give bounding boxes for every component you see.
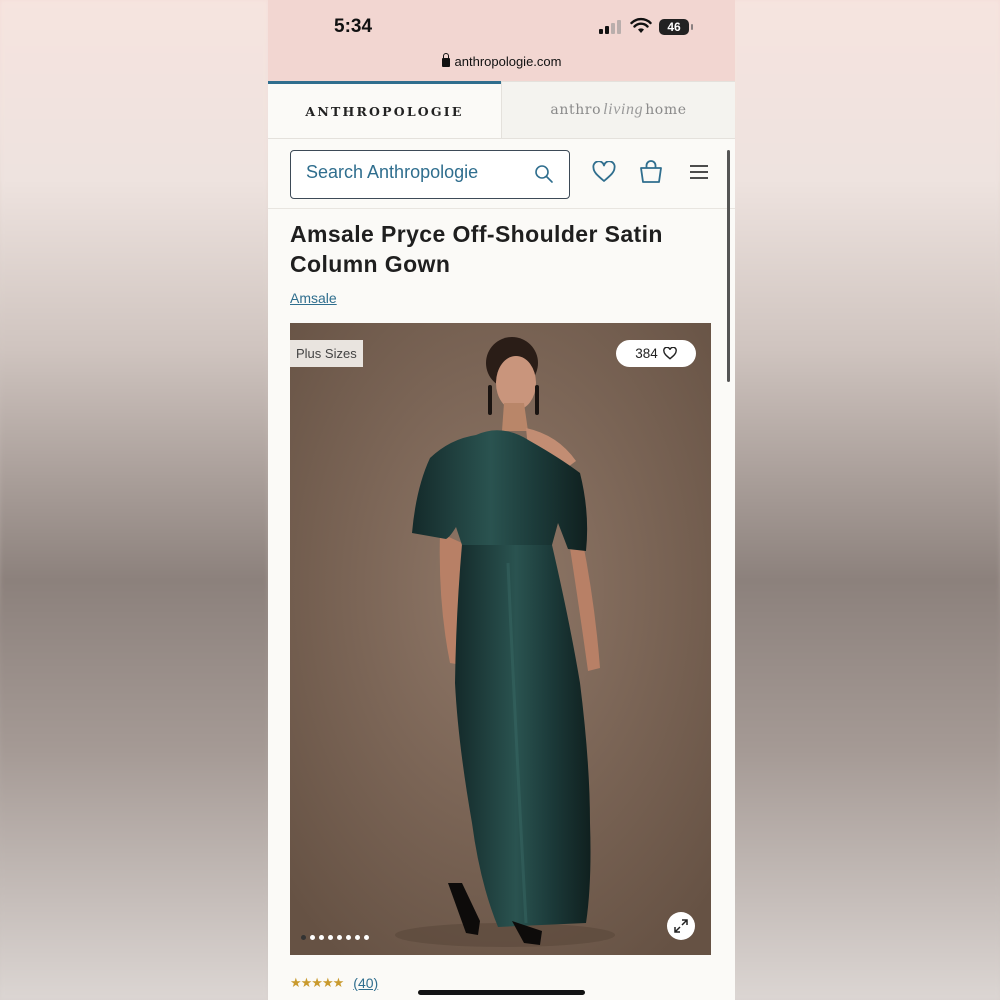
expand-image-button[interactable]: [667, 912, 695, 940]
shopping-bag-icon[interactable]: [638, 159, 664, 185]
search-box[interactable]: [290, 150, 570, 199]
tab-anthropologie-label: ANTHROPOLOGIE: [305, 103, 464, 119]
carousel-dot[interactable]: [319, 935, 324, 940]
rating-row: ★★★★★ (40): [290, 975, 378, 991]
expand-icon: [674, 919, 688, 933]
model-in-gown-illustration: [290, 323, 711, 955]
likes-button[interactable]: 384: [616, 340, 696, 367]
carousel-dot[interactable]: [364, 935, 369, 940]
phone-screen: 5:34 46 anthropologie.com ANTHROPOLOGIE …: [268, 0, 735, 1000]
carousel-dot[interactable]: [310, 935, 315, 940]
image-carousel-dots: [301, 935, 369, 940]
wifi-icon: [630, 17, 652, 33]
plus-sizes-badge: Plus Sizes: [290, 340, 363, 367]
tab-anthro-living-home-label: anthro living home: [550, 101, 686, 119]
address-bar[interactable]: anthropologie.com: [268, 53, 735, 69]
tab-anthro-living-home[interactable]: anthro living home: [501, 81, 735, 138]
likes-count: 384: [635, 346, 658, 361]
search-input[interactable]: [306, 162, 526, 183]
home-text: home: [645, 102, 687, 118]
home-indicator: [418, 990, 585, 995]
wishlist-heart-icon[interactable]: [592, 161, 616, 183]
review-count-link[interactable]: (40): [353, 975, 378, 991]
brand-link[interactable]: Amsale: [290, 290, 337, 306]
product-title: Amsale Pryce Off-Shoulder Satin Column G…: [290, 221, 663, 277]
living-script-text: living: [603, 101, 644, 118]
anthro-text: anthro: [550, 102, 602, 118]
product-image[interactable]: Plus Sizes 384: [290, 323, 711, 955]
lock-icon: [441, 53, 450, 67]
heart-outline-icon: [662, 347, 677, 360]
carousel-dot[interactable]: [355, 935, 360, 940]
signal-icon: [599, 20, 623, 34]
background-right: [732, 0, 1000, 1000]
url-text: anthropologie.com: [454, 54, 562, 69]
star-rating: ★★★★★: [290, 975, 344, 991]
page-scrollbar[interactable]: [727, 150, 730, 382]
background-left: [0, 0, 268, 1000]
carousel-dot[interactable]: [301, 935, 306, 940]
status-time: 5:34: [334, 16, 373, 37]
battery-icon: 46: [659, 19, 693, 35]
hamburger-menu-icon[interactable]: [689, 164, 709, 180]
carousel-dot[interactable]: [328, 935, 333, 940]
carousel-dot[interactable]: [337, 935, 342, 940]
tab-anthropologie[interactable]: ANTHROPOLOGIE: [268, 81, 501, 138]
status-bar: 5:34 46 anthropologie.com: [268, 0, 735, 81]
carousel-dot[interactable]: [346, 935, 351, 940]
search-icon[interactable]: [534, 164, 554, 184]
header-search-row: [268, 139, 735, 209]
brand-tabs: ANTHROPOLOGIE anthro living home: [268, 81, 735, 139]
